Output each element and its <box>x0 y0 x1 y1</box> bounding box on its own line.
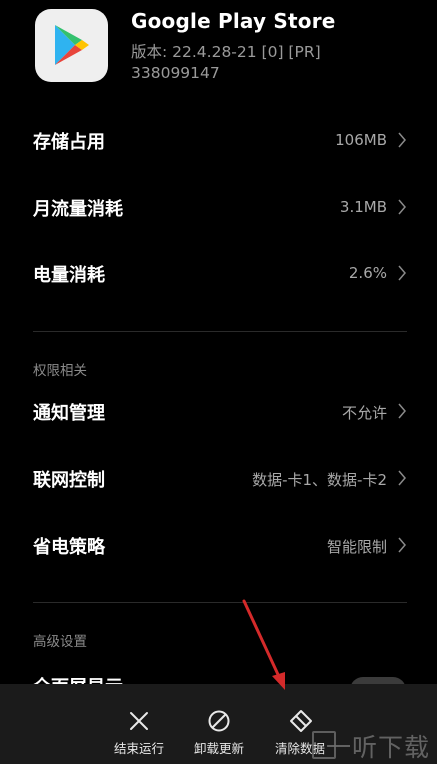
annotation-arrow <box>242 599 285 690</box>
watermark-text: 一听下载 <box>326 733 431 762</box>
